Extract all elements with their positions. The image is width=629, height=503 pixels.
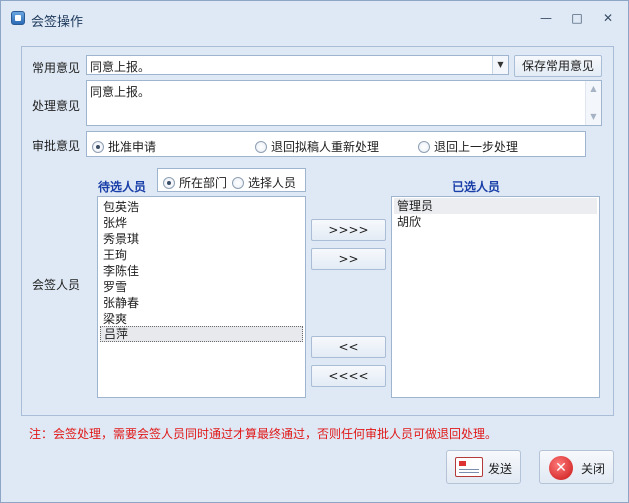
handle-opinion-label: 处理意见	[32, 99, 81, 113]
selected-list[interactable]: 管理员 胡欣	[391, 196, 600, 398]
common-opinion-select[interactable]: 同意上报。 ▼	[86, 55, 509, 75]
approval-option-label: 批准申请	[108, 140, 157, 154]
maximize-button[interactable]: □	[568, 10, 586, 26]
dialog-window: 会签操作 — □ ✕ 常用意见 同意上报。 ▼ 保存常用意见 处理意见 同意上报…	[0, 0, 629, 503]
remove-button[interactable]: <<	[311, 336, 386, 358]
minimize-button[interactable]: —	[537, 10, 555, 26]
approval-option-label: 退回上一步处理	[434, 140, 519, 154]
selected-title: 已选人员	[452, 180, 501, 194]
candidates-list[interactable]: 包英浩 张烨 秀景琪 王珣 李陈佳 罗雪 张静春 梁爽 吕萍	[97, 196, 306, 398]
list-item[interactable]: 王珣	[100, 247, 303, 263]
add-button[interactable]: >>	[311, 248, 386, 270]
list-item[interactable]: 罗雪	[100, 279, 303, 295]
scope-option-label: 选择人员	[248, 176, 297, 190]
dropdown-arrow-icon[interactable]: ▼	[492, 56, 508, 74]
radio-unchecked-icon	[255, 140, 267, 153]
approval-option-return-drafter[interactable]: 退回拟稿人重新处理	[255, 138, 379, 155]
radio-checked-icon	[163, 176, 175, 189]
scroll-up-icon[interactable]: ▲	[586, 82, 601, 96]
approval-radio-group: 批准申请 退回拟稿人重新处理 退回上一步处理	[86, 131, 586, 157]
close-label: 关闭	[581, 462, 606, 476]
radio-unchecked-icon	[418, 140, 430, 153]
scope-radio-group: 所在部门 选择人员	[157, 168, 306, 192]
envelope-icon	[455, 457, 483, 477]
handle-opinion-text: 同意上报。	[90, 85, 151, 99]
radio-checked-icon	[92, 140, 104, 153]
app-icon	[11, 11, 25, 25]
list-item[interactable]: 梁爽	[100, 311, 303, 327]
send-label: 发送	[488, 462, 513, 476]
countersign-label: 会签人员	[32, 278, 81, 292]
list-item[interactable]: 胡欣	[394, 214, 597, 230]
send-button[interactable]: 发送	[446, 450, 521, 484]
warning-note: 注：会签处理，需要会签人员同时通过才算最终通过，否则任何审批人员可做退回处理。	[29, 427, 498, 441]
approval-option-label: 退回拟稿人重新处理	[271, 140, 380, 154]
close-window-button[interactable]: ✕	[599, 10, 617, 26]
add-all-button[interactable]: >>>>	[311, 219, 386, 241]
approval-option-return-previous[interactable]: 退回上一步处理	[418, 138, 518, 155]
common-opinion-value: 同意上报。	[90, 60, 151, 74]
scope-option-label: 所在部门	[179, 176, 228, 190]
list-item[interactable]: 包英浩	[100, 199, 303, 215]
scope-option-department[interactable]: 所在部门	[163, 174, 227, 191]
scroll-down-icon[interactable]: ▼	[586, 110, 601, 124]
scope-option-choose-people[interactable]: 选择人员	[232, 174, 296, 191]
list-item[interactable]: 李陈佳	[100, 263, 303, 279]
list-item[interactable]: 秀景琪	[100, 231, 303, 247]
common-opinion-label: 常用意见	[32, 61, 81, 75]
list-item[interactable]: 管理员	[394, 198, 597, 214]
window-title: 会签操作	[31, 15, 84, 30]
close-icon: ✕	[549, 456, 573, 480]
approval-label: 审批意见	[32, 139, 81, 153]
handle-opinion-textarea[interactable]: 同意上报。 ▲ ▼	[86, 80, 602, 126]
radio-unchecked-icon	[232, 176, 244, 189]
approval-option-approve[interactable]: 批准申请	[92, 138, 156, 155]
title-bar: 会签操作 — □ ✕	[1, 1, 628, 35]
save-common-opinion-button[interactable]: 保存常用意见	[514, 55, 602, 77]
candidates-title: 待选人员	[98, 180, 147, 194]
remove-all-button[interactable]: <<<<	[311, 365, 386, 387]
list-item[interactable]: 张静春	[100, 295, 303, 311]
list-item[interactable]: 吕萍	[100, 326, 303, 342]
list-item[interactable]: 张烨	[100, 215, 303, 231]
textarea-scrollbar[interactable]: ▲ ▼	[585, 81, 601, 125]
close-button[interactable]: ✕ 关闭	[539, 450, 614, 484]
